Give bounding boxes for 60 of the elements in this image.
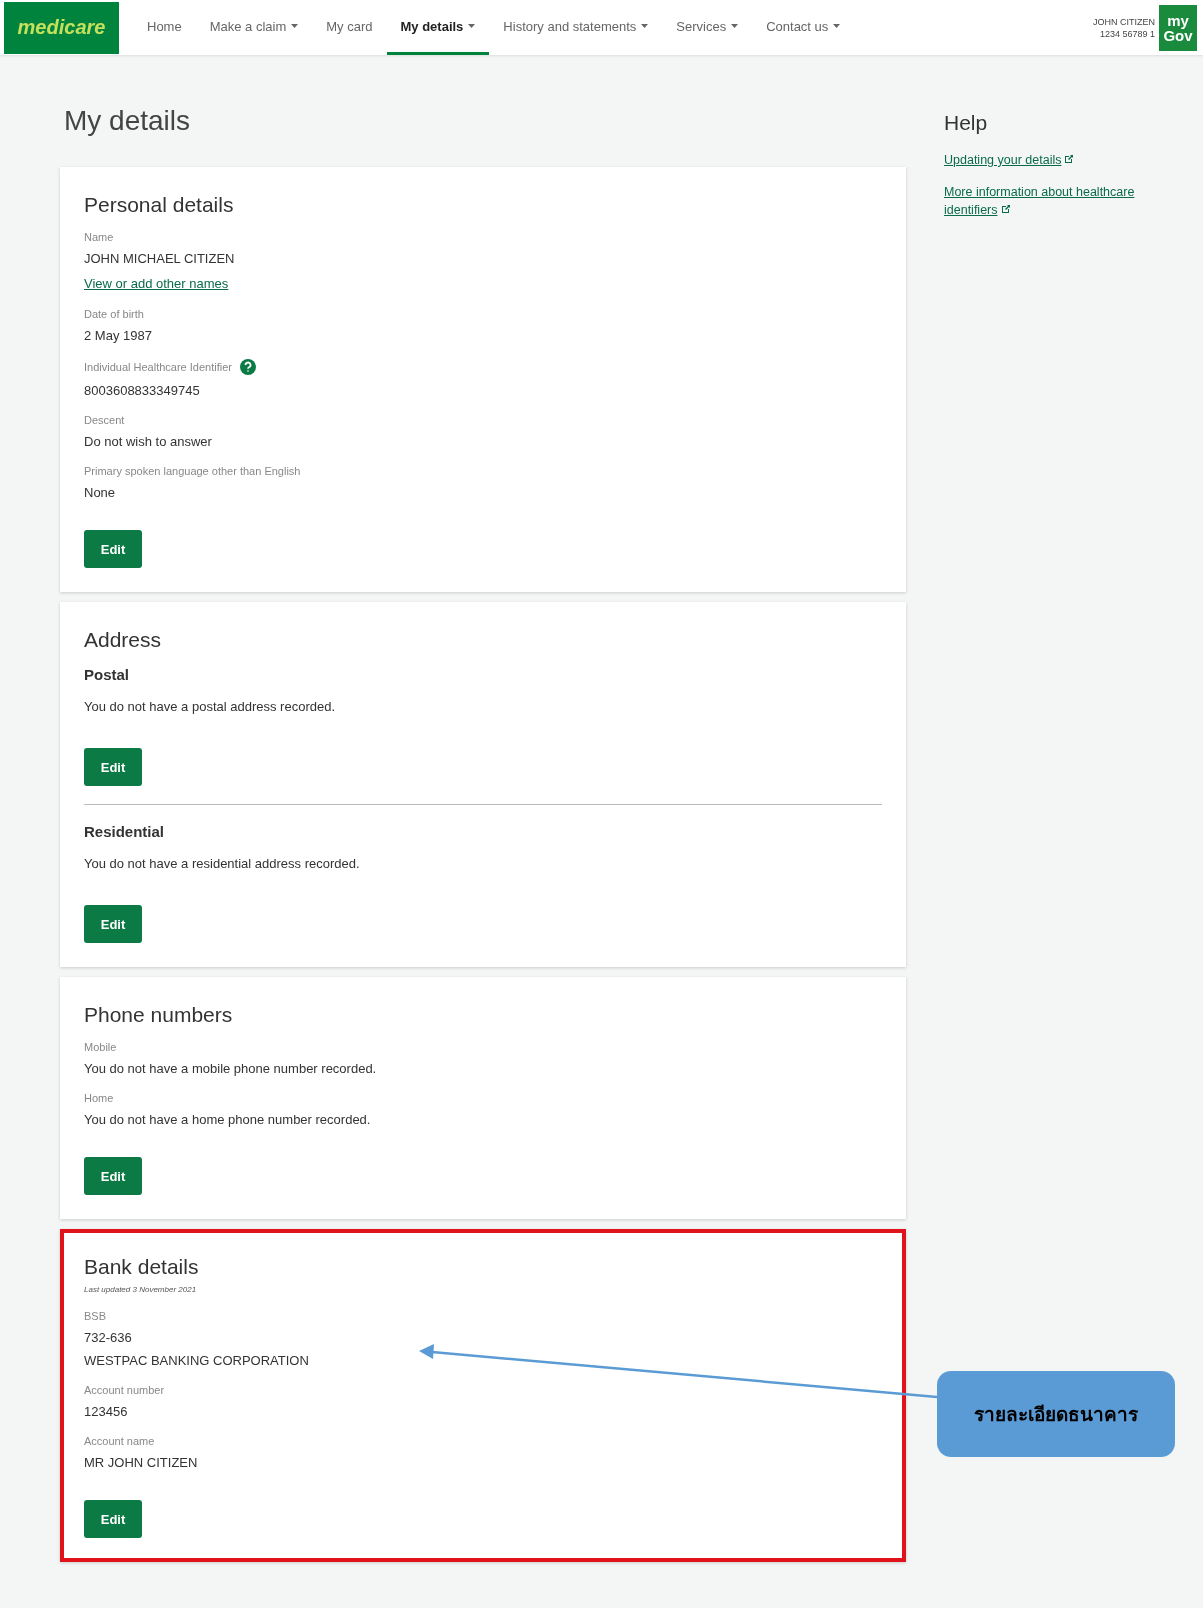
- field-label: Account name: [84, 1435, 155, 1447]
- edit-button[interactable]: Edit: [84, 748, 142, 786]
- field-label: Individual Healthcare Identifier: [84, 361, 232, 373]
- caret-icon: [291, 24, 299, 28]
- card-title: Phone numbers: [84, 1003, 234, 1027]
- nav-tab[interactable]: My card: [312, 0, 387, 55]
- medicare-logo[interactable]: medicare: [4, 1, 119, 54]
- field-value: 2 May 1987: [84, 328, 153, 343]
- field-value: MR JOHN CITIZEN: [84, 1455, 199, 1470]
- field-value: 8003608833349745: [84, 383, 201, 398]
- edit-button[interactable]: Edit: [84, 530, 142, 568]
- field-label: Home: [84, 1092, 114, 1104]
- field-value: 123456: [84, 1404, 129, 1419]
- nav-tab[interactable]: Services: [662, 0, 753, 55]
- edit-button[interactable]: Edit: [84, 1500, 142, 1538]
- external-link-icon: [1000, 204, 1011, 214]
- annotation-callout: รายละเอียดธนาคาร: [937, 1371, 1175, 1457]
- mygov-logo[interactable]: my Gov: [1159, 4, 1197, 51]
- field-value: You do not have a home phone number recorded.: [84, 1112, 372, 1127]
- page-title: My details: [64, 105, 192, 137]
- view-names-link[interactable]: View or add other names: [84, 276, 229, 291]
- last-updated-text: Last updated 3 November 2021: [84, 1285, 198, 1294]
- card-title: Personal details: [84, 193, 235, 217]
- help-link[interactable]: More information about healthcare identifiers: [944, 183, 1174, 219]
- field-label: Descent: [84, 414, 125, 426]
- user-name: JOHN CITIZEN: [1093, 15, 1155, 28]
- field-label: Primary spoken language other than English: [84, 465, 301, 477]
- field-value: Do not wish to answer: [84, 434, 213, 449]
- help-link[interactable]: Updating your details: [944, 151, 1174, 169]
- section-heading: Residential: [84, 823, 166, 840]
- field-value: 732-636: [84, 1330, 133, 1345]
- section-text: You do not have a residential address recorded.: [84, 856, 361, 871]
- nav-tab[interactable]: Make a claim: [195, 0, 313, 55]
- help-title: Help: [944, 111, 989, 135]
- caret-icon: [641, 24, 649, 28]
- edit-button[interactable]: Edit: [84, 1157, 142, 1195]
- field-value: You do not have a mobile phone number recorded.: [84, 1061, 378, 1076]
- caret-icon: [731, 24, 739, 28]
- user-number: 1234 56789 1: [1099, 27, 1155, 40]
- field-label: BSB: [84, 1310, 106, 1322]
- section-text: You do not have a postal address recorded.: [84, 699, 337, 714]
- help-icon[interactable]: [240, 359, 256, 375]
- field-value: None: [84, 485, 117, 500]
- nav-tab[interactable]: History and statements: [489, 0, 663, 55]
- field-value: JOHN MICHAEL CITIZEN: [84, 251, 236, 266]
- nav-tab[interactable]: Home: [133, 0, 196, 55]
- field-label: Date of birth: [84, 308, 144, 320]
- edit-button[interactable]: Edit: [84, 905, 142, 943]
- field-label: Name: [84, 231, 114, 243]
- section-heading: Postal: [84, 666, 130, 683]
- field-value: WESTPAC BANKING CORPORATION: [84, 1353, 310, 1368]
- nav-tab[interactable]: My details: [386, 0, 490, 55]
- caret-icon: [468, 24, 476, 28]
- card-title: Address: [84, 628, 163, 652]
- caret-icon: [833, 24, 841, 28]
- card-title: Bank details: [84, 1255, 200, 1279]
- field-label: Mobile: [84, 1041, 117, 1053]
- field-label: Account number: [84, 1384, 165, 1396]
- external-link-icon: [1064, 154, 1075, 164]
- nav-tab[interactable]: Contact us: [752, 0, 855, 55]
